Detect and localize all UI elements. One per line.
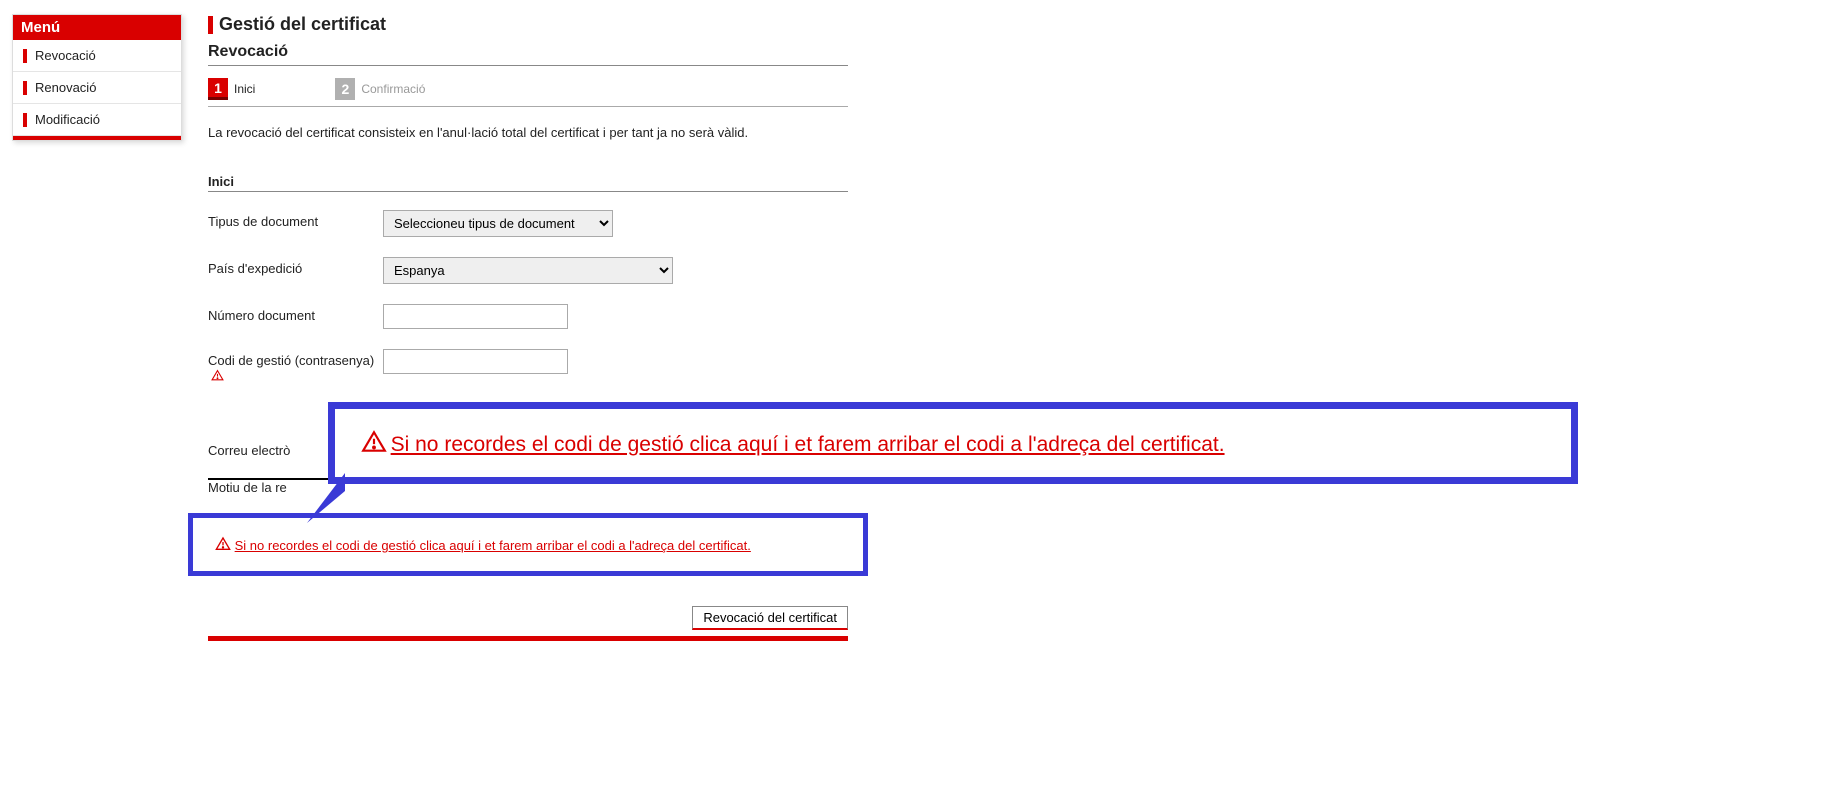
step-indicator: 1 Inici 2 Confirmació [208,72,848,107]
callout-original: Si no recordes el codi de gestió clica a… [188,513,868,576]
doc-num-input[interactable] [383,304,568,329]
bottom-rule [208,636,848,641]
menu-item-label: Renovació [35,80,96,95]
menu-marker-icon [23,49,27,63]
title-bar-icon [208,16,213,34]
country-label: País d'expedició [208,257,383,276]
revoke-button[interactable]: Revocació del certificat [692,606,848,630]
menu-item-renovacio[interactable]: Renovació [13,72,181,104]
section-title: Inici [208,174,848,192]
code-input[interactable] [383,349,568,374]
intro-text: La revocació del certificat consisteix e… [208,125,848,140]
main-content: Gestió del certificat Revocació 1 Inici … [208,14,848,641]
forgot-code-link[interactable]: Si no recordes el codi de gestió clica a… [235,538,751,553]
menu-item-label: Revocació [35,48,96,63]
country-select[interactable]: Espanya [383,257,673,284]
forgot-code-link[interactable]: Si no recordes el codi de gestió clica a… [391,433,1225,456]
menu-marker-icon [23,113,27,127]
code-label: Codi de gestió (contrasenya) [208,349,383,383]
menu-title: Menú [13,15,181,40]
doc-type-label: Tipus de document [208,210,383,229]
page-title-text: Gestió del certificat [219,14,386,35]
callout-pointer-icon [307,473,345,526]
code-label-text: Codi de gestió (contrasenya) [208,353,374,368]
menu-item-label: Modificació [35,112,100,127]
step-1: 1 Inici [208,78,255,100]
callout-enlarged: Si no recordes el codi de gestió clica a… [328,402,1578,484]
step-1-label: Inici [234,82,255,96]
menu-item-revocacio[interactable]: Revocació [13,40,181,72]
doc-type-select[interactable]: Seleccioneu tipus de document [383,210,613,237]
menu-bottom-bar [13,136,181,140]
sidebar-menu: Menú Revocació Renovació Modificació [12,14,182,141]
warning-icon [211,368,224,383]
step-1-number: 1 [208,78,228,100]
warning-icon [361,439,391,454]
page-subtitle: Revocació [208,43,848,66]
warning-icon [215,538,235,553]
page-title: Gestió del certificat [208,14,848,35]
step-2-label: Confirmació [361,82,425,96]
step-2-number: 2 [335,78,355,100]
step-2: 2 Confirmació [335,78,425,100]
menu-marker-icon [23,81,27,95]
menu-item-modificacio[interactable]: Modificació [13,104,181,136]
doc-num-label: Número document [208,304,383,323]
